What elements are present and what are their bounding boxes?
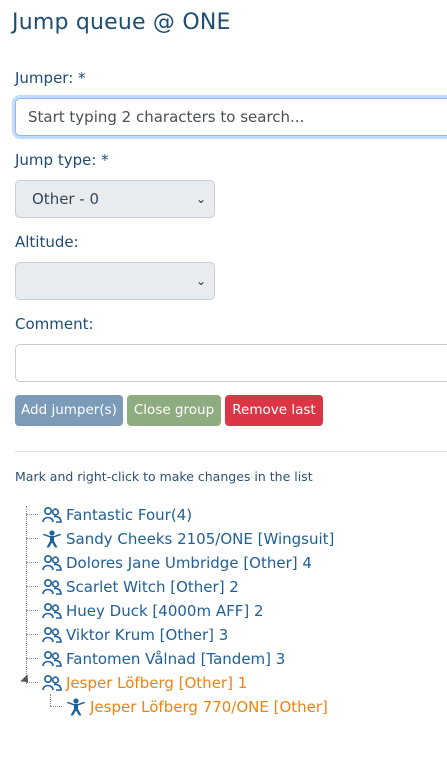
group-icon [42, 554, 62, 571]
jump-type-value: Other - 0 [32, 190, 100, 208]
queue-item-label: Jesper Löfberg 770/ONE [Other] [90, 698, 328, 716]
queue-item-label: Dolores Jane Umbridge [Other] 4 [66, 554, 312, 572]
remove-last-button[interactable]: Remove last [225, 395, 323, 426]
queue-item-label: Jesper Löfberg [Other] 1 [66, 674, 248, 692]
group-icon [42, 578, 62, 595]
tree-connector [50, 706, 62, 707]
jump-type-label: Jump type: * [15, 151, 109, 169]
person-icon [43, 530, 61, 548]
jumper-search-input[interactable]: Start typing 2 characters to search... [15, 98, 447, 136]
altitude-select[interactable]: ⌄ [15, 262, 215, 300]
tree-connector [26, 538, 38, 539]
jumper-search-placeholder: Start typing 2 characters to search... [28, 108, 305, 126]
person-icon [67, 698, 85, 716]
queue-item-label: Huey Duck [4000m AFF] 2 [66, 602, 264, 620]
jumper-label: Jumper: * [15, 69, 86, 87]
comment-input[interactable] [15, 344, 447, 382]
list-hint: Mark and right-click to make changes in … [15, 469, 313, 484]
group-icon [42, 650, 62, 667]
group-icon [42, 674, 62, 691]
queue-item-label: Fantomen Vålnad [Tandem] 3 [66, 650, 286, 668]
close-group-button[interactable]: Close group [127, 395, 221, 426]
tree-connector [26, 658, 38, 659]
tree-connector [26, 586, 38, 587]
group-icon [42, 626, 62, 643]
queue-item-label: Fantastic Four(4) [66, 506, 193, 524]
add-jumpers-button[interactable]: Add jumper(s) [15, 395, 123, 426]
chevron-down-icon: ⌄ [195, 274, 206, 288]
comment-label: Comment: [15, 315, 94, 333]
tree-connector [26, 514, 38, 515]
group-icon [42, 602, 62, 619]
tree-connector [26, 634, 38, 635]
altitude-label: Altitude: [15, 233, 79, 251]
tree-connector [26, 562, 38, 563]
chevron-down-icon: ⌄ [195, 192, 206, 206]
tree-connector [26, 610, 38, 611]
queue-item-label: Viktor Krum [Other] 3 [66, 626, 229, 644]
jump-type-select[interactable]: Other - 0 ⌄ [15, 180, 215, 218]
divider [15, 451, 447, 452]
tree-connector [50, 694, 51, 706]
page-title: Jump queue @ ONE [12, 10, 231, 35]
expand-toggle-icon[interactable] [20, 674, 32, 686]
group-icon [42, 506, 62, 523]
queue-item-label: Scarlet Witch [Other] 2 [66, 578, 239, 596]
queue-item-label: Sandy Cheeks 2105/ONE [Wingsuit] [66, 530, 335, 548]
